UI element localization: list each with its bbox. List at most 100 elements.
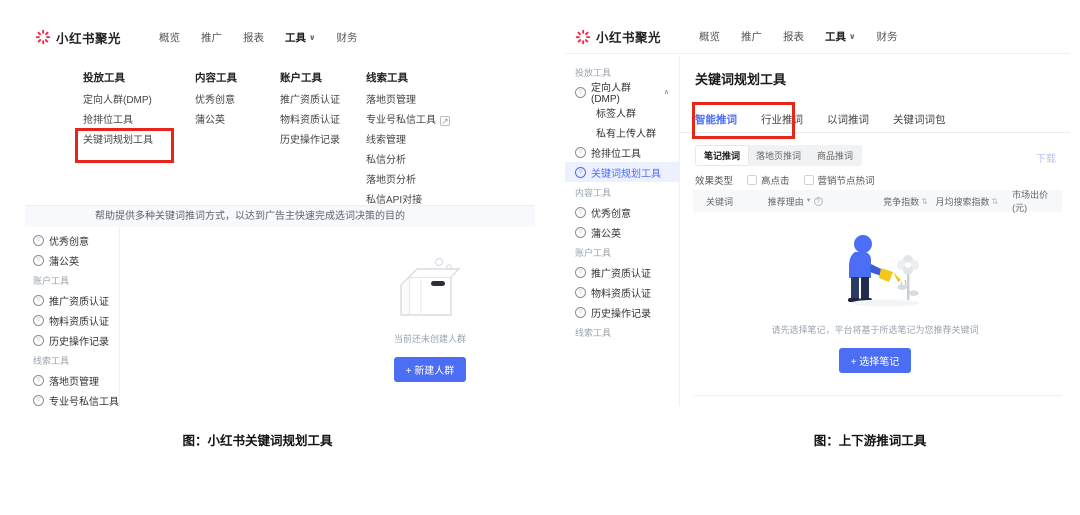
nav-finance[interactable]: 财务 <box>337 30 358 45</box>
sort-icon[interactable]: ⇅ <box>921 197 928 206</box>
page-body: ▽ 优秀创意 ▽ 蒲公英 账户工具 ▽ 推广资质认证 ▽ 物料资质认证 ▽ 历史操作记录 … <box>25 227 535 406</box>
checkbox[interactable] <box>747 175 758 185</box>
col-monthly-search-index[interactable]: 月均搜索指数 ⇅ <box>928 195 998 208</box>
brand-logo[interactable]: 小红书聚光 <box>35 28 121 47</box>
chevron-down-icon: ∨ <box>849 32 856 41</box>
info-banner: 帮助提供多种关键词推词方式，以达到广告主快速完成选词决策的目的 <box>25 206 535 227</box>
app-header: 小红书聚光 概览 推广 报表 工具 ∨ 财务 <box>25 20 535 54</box>
menu-item-lead-mgmt[interactable]: 线索管理 <box>366 131 450 151</box>
nav-promotion[interactable]: 推广 <box>201 30 222 45</box>
subtab-segmented-control: 笔记推词 落地页推词 商品推词 <box>695 145 863 166</box>
col-keyword: 关键词 <box>706 196 734 207</box>
dropdown-col-title: 投放工具 <box>83 72 125 84</box>
app-header: 小红书聚光 概览 推广 报表 工具 ∨ 财务 <box>565 20 1070 54</box>
menu-item-history-log[interactable]: 历史操作记录 <box>280 131 340 151</box>
menu-item-dm-analysis[interactable]: 私信分析 <box>366 151 450 171</box>
sidebar-item-material-cert[interactable]: ▽ 物料资质认证 <box>29 310 119 330</box>
select-note-button[interactable]: + 选择笔记 <box>838 348 912 373</box>
page-title: 关键词规划工具 <box>695 72 787 87</box>
nav-report[interactable]: 报表 <box>243 30 264 45</box>
dropdown-col-content: 内容工具 优秀创意 蒲公英 <box>195 68 237 131</box>
tool-icon: ▽ <box>33 374 44 386</box>
dropdown-col-title: 内容工具 <box>195 72 237 84</box>
subtab-note-suggest[interactable]: 笔记推词 <box>696 146 749 165</box>
sidebar-item-great-creative[interactable]: ▽ 优秀创意 <box>29 230 119 250</box>
sidebar-item-dandelion[interactable]: ▽ 蒲公英 <box>565 222 679 242</box>
menu-item-dm-tool[interactable]: 专业号私信工具 ↗ <box>366 111 450 131</box>
caption-left: 图：小红书关键词规划工具 <box>182 434 333 448</box>
filter-row: 效果类型 高点击 营销节点热词 <box>695 173 875 187</box>
col-market-bid: 市场出价(元) <box>1012 190 1049 213</box>
empty-state-text: 当前还未创建人群 <box>393 334 466 344</box>
tab-word-suggest[interactable]: 以词推词 <box>827 112 869 132</box>
sidebar-section-account: 账户工具 <box>33 275 70 286</box>
create-audience-button[interactable]: + 新建人群 <box>393 357 467 382</box>
sidebar-item-keyword-planner[interactable]: ▽ 关键词规划工具 <box>565 162 679 182</box>
empty-box-illustration <box>400 257 461 316</box>
nav-promotion[interactable]: 推广 <box>741 29 762 44</box>
subtab-goods-suggest[interactable]: 商品推词 <box>809 146 861 165</box>
filter-option-marketing-hotword[interactable]: 营销节点热词 <box>803 173 875 187</box>
sidebar-item-history-log[interactable]: ▽ 历史操作记录 <box>29 330 119 350</box>
juguang-spark-icon <box>575 29 591 44</box>
col-competition-index[interactable]: 竞争指数 ⇅ <box>883 195 928 208</box>
sort-icon[interactable]: ⇅ <box>991 197 998 206</box>
sidebar-item-material-cert[interactable]: ▽ 物料资质认证 <box>565 282 679 302</box>
sidebar-item-promo-cert[interactable]: ▽ 推广资质认证 <box>29 290 119 310</box>
highlight-box <box>692 102 795 139</box>
page: 小红书聚光 概览 推广 报表 工具 ∨ 财务 投放工具 定向人群(DMP) 抢排位… <box>0 0 1080 515</box>
filter-option-high-click[interactable]: 高点击 <box>747 173 790 187</box>
download-link[interactable]: 下载 <box>1036 150 1056 165</box>
chevron-up-icon: ∧ <box>663 89 669 96</box>
screenshot-right: 小红书聚光 概览 推广 报表 工具 ∨ 财务 投放工具 ▽ 定向人群(DMP) ∧ 标… <box>565 20 1070 406</box>
menu-item-material-cert[interactable]: 物料资质认证 <box>280 111 340 131</box>
empty-state: 当前还未创建人群 + 新建人群 <box>325 257 535 382</box>
tool-icon: ▽ <box>575 286 586 298</box>
sidebar-item-history-log[interactable]: ▽ 历史操作记录 <box>565 302 679 322</box>
screenshot-left: 小红书聚光 概览 推广 报表 工具 ∨ 财务 投放工具 定向人群(DMP) 抢排位… <box>25 20 535 406</box>
sidebar-section-leads: 线索工具 <box>575 327 612 338</box>
sidebar-item-dm-tool[interactable]: ▽ 专业号私信工具 <box>29 390 119 406</box>
nav-tools[interactable]: 工具 ∨ <box>285 30 316 45</box>
sidebar: 投放工具 ▽ 定向人群(DMP) ∧ 标签人群 私有上传人群 ▽ 抢排位工具 ▽ 关键词… <box>565 55 680 406</box>
menu-item-landing-mgmt[interactable]: 落地页管理 <box>366 91 450 111</box>
menu-item-landing-analysis[interactable]: 落地页分析 <box>366 171 450 191</box>
dropdown-col-title: 账户工具 <box>280 72 322 84</box>
empty-state: 请先选择笔记，平台将基于所选笔记为您推荐关键词 + 选择笔记 <box>680 230 1070 373</box>
sidebar-item-private-upload[interactable]: 私有上传人群 <box>565 122 679 142</box>
sidebar-item-great-creative[interactable]: ▽ 优秀创意 <box>565 202 679 222</box>
tab-keyword-pack[interactable]: 关键词词包 <box>893 112 946 132</box>
top-nav: 概览 推广 报表 工具 ∨ 财务 <box>699 29 898 44</box>
nav-overview[interactable]: 概览 <box>699 29 720 44</box>
top-nav: 概览 推广 报表 工具 ∨ 财务 <box>159 30 358 45</box>
tool-icon: ▽ <box>33 334 44 346</box>
brand-name: 小红书聚光 <box>596 31 662 45</box>
checkbox[interactable] <box>803 175 814 185</box>
menu-item-great-creative[interactable]: 优秀创意 <box>195 91 237 111</box>
brand-logo[interactable]: 小红书聚光 <box>575 27 661 46</box>
filter-funnel-icon[interactable]: ▼ <box>806 198 812 204</box>
tool-icon: ▽ <box>33 294 44 306</box>
tool-icon: ▽ <box>575 226 586 238</box>
nav-finance[interactable]: 财务 <box>877 29 898 44</box>
menu-item-promo-cert[interactable]: 推广资质认证 <box>280 91 340 111</box>
tool-icon: ▽ <box>575 166 586 178</box>
sidebar-item-rank-grab[interactable]: ▽ 抢排位工具 <box>565 142 679 162</box>
sidebar-item-dmp[interactable]: ▽ 定向人群(DMP) ∧ <box>565 82 679 105</box>
sidebar-item-promo-cert[interactable]: ▽ 推广资质认证 <box>565 262 679 282</box>
subtab-landing-suggest[interactable]: 落地页推词 <box>748 146 809 165</box>
nav-overview[interactable]: 概览 <box>159 30 180 45</box>
tool-icon: ▽ <box>33 234 44 246</box>
sidebar-item-landing-mgmt[interactable]: ▽ 落地页管理 <box>29 370 119 390</box>
menu-item-dmp[interactable]: 定向人群(DMP) <box>83 91 153 111</box>
filter-label: 效果类型 <box>695 176 734 187</box>
brand-name: 小红书聚光 <box>56 31 122 46</box>
tool-icon: ▽ <box>33 314 44 326</box>
juguang-spark-icon <box>35 29 51 45</box>
nav-report[interactable]: 报表 <box>783 29 804 44</box>
sidebar-item-dandelion[interactable]: ▽ 蒲公英 <box>29 250 119 270</box>
nav-tools[interactable]: 工具 ∨ <box>825 29 856 44</box>
menu-item-dandelion[interactable]: 蒲公英 <box>195 111 237 131</box>
sidebar-item-tag-audience[interactable]: 标签人群 <box>565 102 679 122</box>
col-recommend-reason[interactable]: 推荐理由 ▼? <box>768 195 883 208</box>
